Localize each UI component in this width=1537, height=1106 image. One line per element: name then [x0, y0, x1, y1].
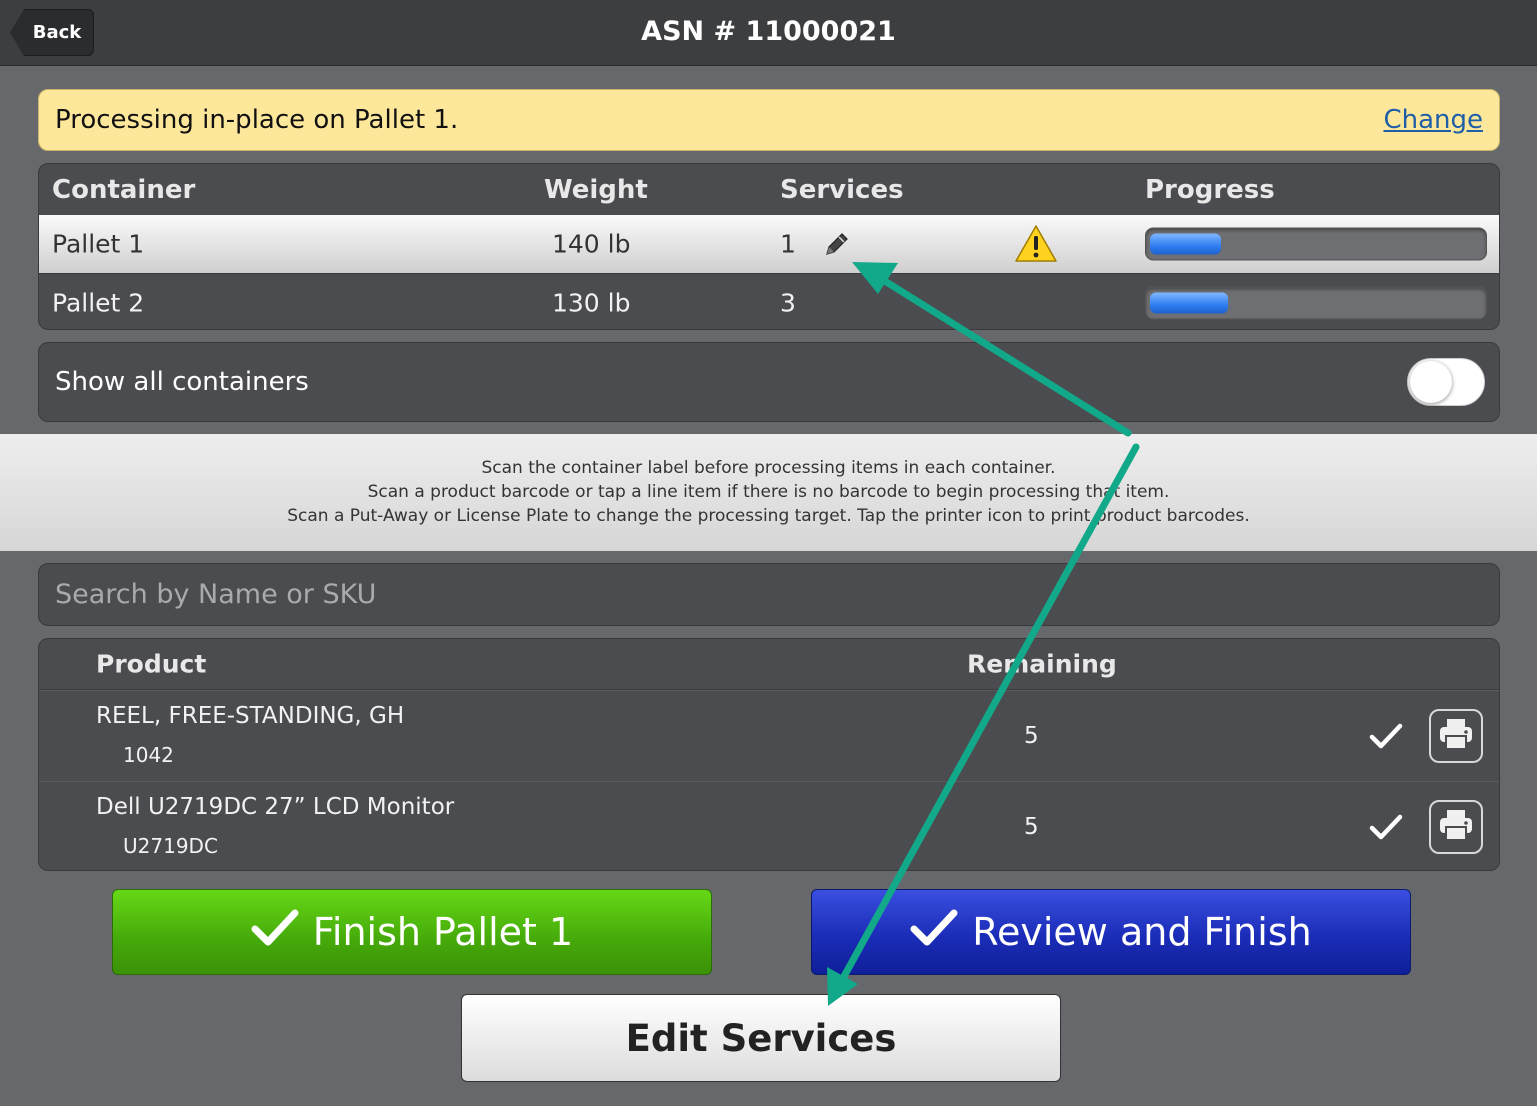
container-name: Pallet 1 [52, 229, 145, 259]
containers-table-header: Container Weight Services Progress [39, 164, 1499, 215]
print-barcode-button[interactable] [1429, 800, 1483, 854]
product-sku: U2719DC [123, 834, 218, 858]
banner-text: Processing in-place on Pallet 1. [55, 105, 459, 135]
edit-services-button[interactable]: Edit Services [461, 994, 1061, 1082]
checkmark-icon [910, 908, 958, 957]
product-remaining: 5 [1024, 723, 1039, 749]
container-services-count: 3 [780, 288, 796, 317]
products-table-header: Product Remaining [39, 639, 1499, 690]
product-row[interactable]: Dell U2719DC 27” LCD Monitor U2719DC 5 [39, 781, 1499, 870]
printer-icon [1438, 808, 1474, 846]
toggle-knob [1410, 361, 1452, 403]
checkmark-icon [251, 908, 299, 957]
container-row-pallet-2[interactable]: Pallet 2 130 lb 3 [39, 273, 1499, 329]
products-table: Product Remaining REEL, FREE-STANDING, G… [38, 638, 1500, 871]
product-row[interactable]: REEL, FREE-STANDING, GH 1042 5 [39, 690, 1499, 781]
column-header-weight: Weight [544, 174, 648, 205]
top-bar: Back ASN # 11000021 [0, 0, 1537, 66]
check-icon[interactable] [1369, 722, 1403, 750]
product-sku: 1042 [123, 743, 174, 767]
warning-icon [1014, 224, 1058, 264]
instruction-line: Scan a Put-Away or License Plate to chan… [287, 506, 1250, 526]
edit-services-label: Edit Services [625, 1016, 897, 1060]
finish-pallet-button[interactable]: Finish Pallet 1 [112, 889, 712, 975]
product-name: Dell U2719DC 27” LCD Monitor [96, 794, 455, 820]
review-and-finish-button[interactable]: Review and Finish [811, 889, 1411, 975]
product-name: REEL, FREE-STANDING, GH [96, 703, 405, 729]
check-icon[interactable] [1369, 813, 1403, 841]
column-header-container: Container [52, 174, 196, 205]
instruction-line: Scan a product barcode or tap a line ite… [367, 482, 1170, 502]
column-header-remaining: Remaining [967, 649, 1117, 679]
column-header-progress: Progress [1145, 174, 1275, 205]
pencil-icon[interactable] [822, 229, 852, 259]
show-all-containers-toggle[interactable] [1407, 358, 1485, 406]
progress-bar-pallet-2 [1145, 286, 1487, 319]
progress-fill [1150, 233, 1221, 255]
container-name: Pallet 2 [52, 288, 145, 317]
show-all-containers-row: Show all containers [38, 342, 1500, 422]
change-link[interactable]: Change [1383, 105, 1483, 135]
containers-table: Container Weight Services Progress Palle… [38, 163, 1500, 330]
search-input[interactable] [38, 563, 1500, 626]
printer-icon [1438, 717, 1474, 755]
container-weight: 140 lb [552, 229, 631, 259]
review-and-finish-label: Review and Finish [972, 910, 1312, 954]
container-row-pallet-1[interactable]: Pallet 1 140 lb 1 [39, 215, 1499, 273]
column-header-product: Product [96, 649, 207, 679]
print-barcode-button[interactable] [1429, 709, 1483, 763]
instruction-line: Scan the container label before processi… [481, 458, 1056, 478]
product-remaining: 5 [1024, 814, 1039, 840]
page-title: ASN # 11000021 [641, 16, 896, 47]
processing-target-banner: Processing in-place on Pallet 1. Change [38, 89, 1500, 151]
column-header-services: Services [780, 174, 904, 205]
container-services-count: 1 [780, 229, 796, 259]
container-weight: 130 lb [552, 288, 631, 317]
instructions-panel: Scan the container label before processi… [0, 434, 1537, 551]
progress-bar-pallet-1 [1145, 227, 1487, 261]
progress-fill [1150, 292, 1228, 313]
finish-pallet-label: Finish Pallet 1 [312, 910, 574, 954]
show-all-containers-label: Show all containers [55, 367, 309, 397]
